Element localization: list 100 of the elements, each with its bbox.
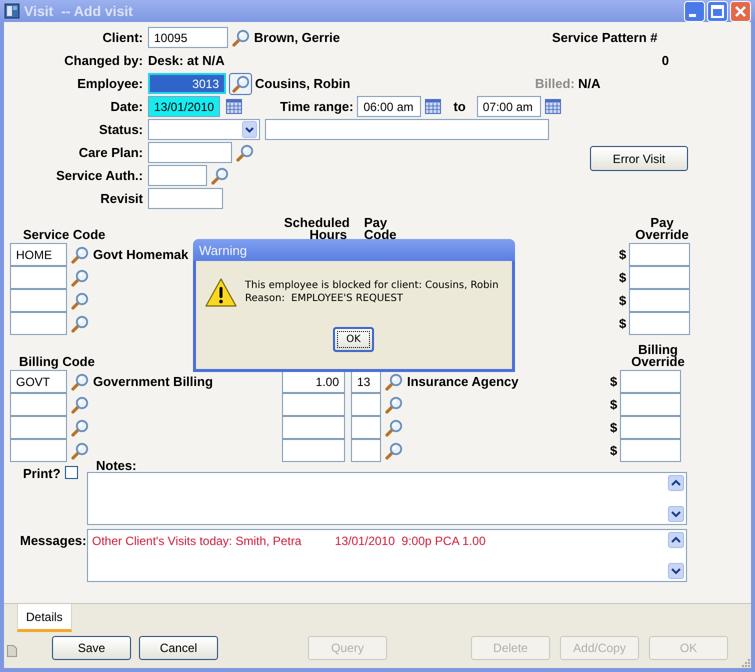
currency-sign: $ bbox=[610, 420, 618, 435]
date-field[interactable]: 13/01/2010 bbox=[148, 96, 220, 117]
search-icon[interactable] bbox=[232, 28, 250, 46]
code-field[interactable] bbox=[10, 289, 67, 312]
search-icon[interactable] bbox=[385, 442, 403, 460]
search-icon[interactable] bbox=[211, 166, 229, 184]
search-icon[interactable] bbox=[71, 372, 89, 390]
search-icon[interactable] bbox=[385, 396, 403, 414]
notes-field[interactable] bbox=[87, 472, 687, 525]
time-field[interactable]: 07:00 am bbox=[476, 96, 541, 117]
scroll-down-icon[interactable] bbox=[668, 563, 684, 579]
save-button[interactable]: Save bbox=[52, 636, 131, 660]
pay-code-field[interactable]: 13 bbox=[351, 370, 381, 393]
column-heading: Service Code bbox=[22, 229, 106, 241]
search-icon[interactable] bbox=[71, 268, 89, 286]
tab[interactable]: Details bbox=[17, 604, 72, 632]
currency-sign: $ bbox=[619, 316, 628, 331]
hours-field[interactable] bbox=[282, 393, 345, 416]
override-field[interactable] bbox=[620, 416, 681, 439]
code-field[interactable] bbox=[10, 266, 67, 289]
code-field[interactable] bbox=[10, 393, 67, 416]
override-field[interactable] bbox=[620, 393, 681, 416]
field-label: Status: bbox=[98, 122, 143, 137]
input-field[interactable] bbox=[148, 165, 207, 186]
code-field[interactable] bbox=[10, 416, 67, 439]
input-field[interactable] bbox=[265, 119, 549, 140]
minimize-icon[interactable] bbox=[684, 0, 705, 22]
print-checkbox[interactable] bbox=[64, 466, 78, 479]
code-field[interactable] bbox=[10, 439, 67, 462]
resize-grip-icon[interactable] bbox=[740, 657, 750, 667]
input-field[interactable] bbox=[148, 188, 223, 209]
input-field[interactable]: 3013 bbox=[148, 73, 226, 94]
currency-sign: $ bbox=[619, 270, 628, 285]
document-icon bbox=[7, 645, 17, 657]
search-icon[interactable] bbox=[385, 372, 403, 390]
agency-name: Insurance Agency bbox=[407, 374, 519, 389]
app-icon bbox=[4, 3, 20, 19]
warning-icon bbox=[205, 278, 237, 308]
ok-button[interactable]: OK bbox=[333, 327, 374, 352]
scroll-down-icon[interactable] bbox=[668, 506, 684, 522]
field-label: to bbox=[453, 99, 466, 114]
dialog-title: Warning bbox=[199, 242, 247, 258]
field-label: Service Auth.: bbox=[55, 168, 143, 183]
hours-field[interactable]: 1.00 bbox=[282, 370, 345, 393]
notes-label: Notes: bbox=[96, 458, 136, 473]
input-field[interactable] bbox=[148, 142, 232, 163]
override-field[interactable] bbox=[629, 312, 690, 335]
override-field[interactable] bbox=[629, 243, 690, 266]
search-icon[interactable] bbox=[71, 418, 89, 436]
scroll-up-icon[interactable] bbox=[668, 475, 684, 491]
close-icon[interactable] bbox=[730, 0, 751, 22]
search-icon[interactable] bbox=[385, 418, 403, 436]
window-title: Visit -- Add visit bbox=[24, 3, 134, 19]
scroll-up-icon[interactable] bbox=[668, 532, 684, 548]
override-field[interactable] bbox=[620, 370, 681, 393]
pay-code-field[interactable] bbox=[351, 439, 381, 462]
code-description: Government Billing bbox=[93, 374, 213, 389]
column-heading: Pay Code bbox=[364, 217, 398, 241]
search-icon[interactable] bbox=[71, 246, 89, 264]
column-heading: Billing Override bbox=[630, 344, 686, 368]
currency-sign: $ bbox=[610, 443, 618, 458]
cancel-button[interactable]: Cancel bbox=[139, 636, 218, 660]
hours-field[interactable] bbox=[282, 439, 345, 462]
pay-code-field[interactable] bbox=[351, 416, 381, 439]
code-field[interactable]: HOME bbox=[10, 243, 67, 266]
changed-by-value: Desk: at N/A bbox=[148, 53, 225, 68]
hours-field[interactable] bbox=[282, 416, 345, 439]
field-label: Employee: bbox=[76, 76, 143, 91]
service-pattern-label: Service Pattern # bbox=[552, 30, 658, 45]
messages-field[interactable]: Other Client's Visits today: Smith, Petra 13/01/2010 9:00p PCA 1.00 bbox=[87, 529, 687, 582]
override-field[interactable] bbox=[629, 266, 690, 289]
field-label: Changed by: bbox=[63, 53, 143, 68]
currency-sign: $ bbox=[610, 374, 618, 389]
field-label: Care Plan: bbox=[78, 145, 143, 160]
override-field[interactable] bbox=[629, 289, 690, 312]
search-icon[interactable] bbox=[71, 314, 89, 332]
search-icon[interactable] bbox=[71, 396, 89, 414]
code-field[interactable] bbox=[10, 312, 67, 335]
field-label: Client: bbox=[102, 30, 143, 45]
error-visit-button[interactable]: Error Visit bbox=[590, 146, 688, 171]
code-description: Govt Homemak bbox=[93, 247, 188, 262]
override-field[interactable] bbox=[620, 439, 681, 462]
column-heading: Billing Code bbox=[18, 356, 95, 368]
message-text: Other Client's Visits today: Smith, Petra 13/01/2010 9:00p PCA 1.00 bbox=[92, 533, 486, 550]
employee-name: Cousins, Robin bbox=[255, 76, 350, 91]
maximize-icon[interactable] bbox=[707, 0, 728, 22]
print-label: Print? bbox=[23, 466, 61, 481]
code-field[interactable]: GOVT bbox=[10, 370, 67, 393]
field-label: Time range: bbox=[280, 99, 354, 114]
search-icon[interactable] bbox=[236, 144, 254, 162]
column-heading: Scheduled Hours bbox=[284, 217, 347, 241]
search-icon[interactable] bbox=[71, 292, 89, 310]
service-pattern-value: 0 bbox=[662, 53, 669, 68]
column-heading: Pay Override bbox=[634, 217, 690, 241]
pay-code-field[interactable] bbox=[351, 393, 381, 416]
input-field[interactable]: 10095 bbox=[148, 27, 228, 48]
search-icon[interactable] bbox=[71, 442, 89, 460]
time-field[interactable]: 06:00 am bbox=[357, 96, 422, 117]
currency-sign: $ bbox=[619, 247, 628, 262]
calendar-icon[interactable] bbox=[226, 99, 242, 114]
